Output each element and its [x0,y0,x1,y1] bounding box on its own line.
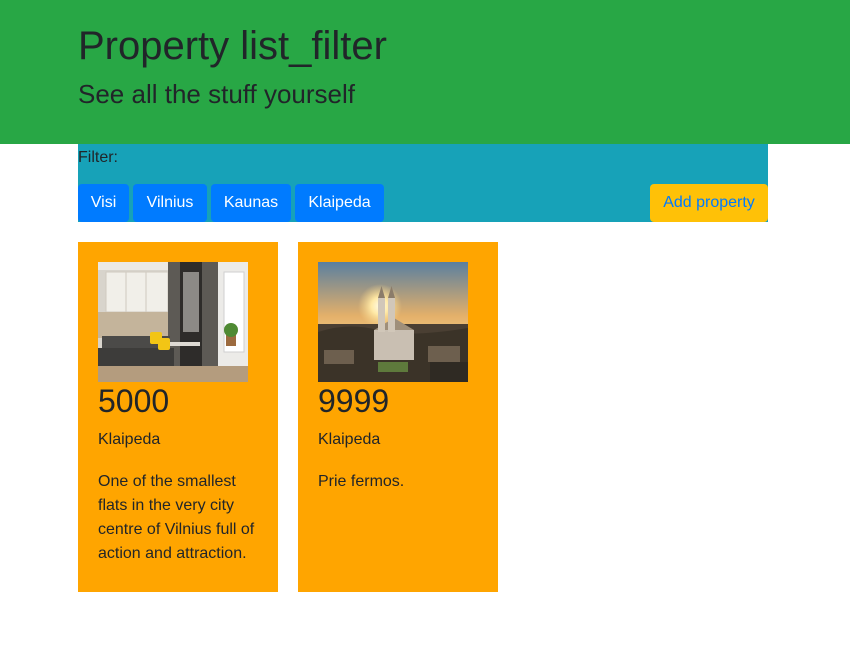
property-image [318,262,468,382]
property-description: One of the smallest flats in the very ci… [98,473,255,562]
filter-label: Filter: [78,149,118,166]
filter-button-klaipeda[interactable]: Klaipeda [295,184,384,222]
property-price: 5000 [98,383,170,419]
property-city: Klaipeda [318,431,381,448]
filter-bar: Filter: Visi Vilnius Kaunas Klaipeda Add… [78,144,768,222]
property-card: 5000 Klaipeda One of the smallest flats … [78,242,278,592]
filter-button-vilnius[interactable]: Vilnius [133,184,207,222]
page-header: Property list_filter See all the stuff y… [0,0,850,144]
filter-button-visi[interactable]: Visi [78,184,129,222]
filter-button-kaunas[interactable]: Kaunas [211,184,291,222]
property-price: 9999 [318,383,390,419]
property-description: Prie fermos. [318,473,405,490]
page-title: Property list_filter [78,24,387,68]
property-card: 9999 Klaipeda Prie fermos. [298,242,498,592]
page-subtitle: See all the stuff yourself [78,79,356,109]
add-property-button[interactable]: Add property [650,184,768,222]
property-image [98,262,248,382]
property-city: Klaipeda [98,431,161,448]
